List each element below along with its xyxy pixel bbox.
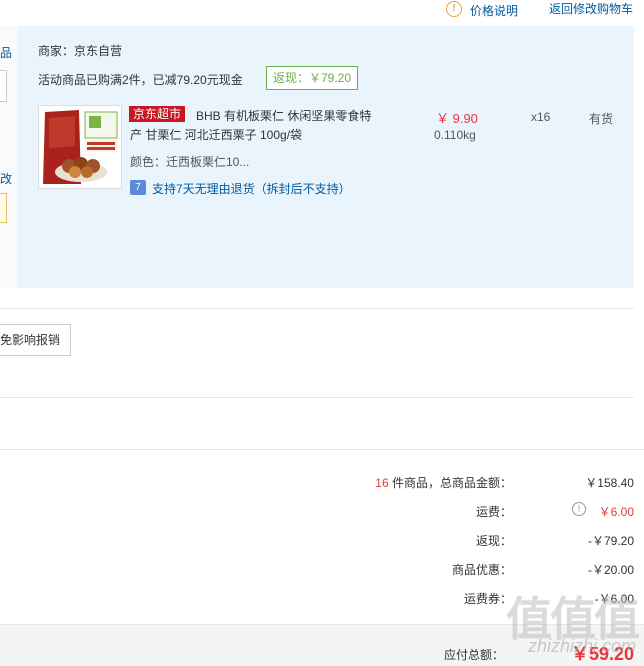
- invoice-button-label: 免影响报销: [0, 333, 61, 347]
- rebate-badge: 返现：￥79.20: [266, 66, 359, 90]
- divider-1: [0, 308, 634, 309]
- back-to-cart-link[interactable]: 返回修改购物车: [549, 0, 633, 17]
- merchant-label: 商家：京东自营: [38, 44, 123, 58]
- product-image: [39, 106, 121, 188]
- rebate-label: 返现：: [475, 534, 512, 548]
- watermark-url: zhizhizhi.com: [527, 636, 636, 656]
- product-title-line1[interactable]: BHB 有机板栗仁 休闲坚果零食特: [196, 107, 371, 124]
- product-price: ￥ 9.90: [436, 111, 478, 126]
- divider-2: [0, 397, 634, 398]
- product-title-line2[interactable]: 产 甘栗仁 河北迁西栗子 100g/袋: [130, 126, 302, 143]
- top-bar: ! 价格说明 返回修改购物车: [0, 0, 644, 22]
- rebate-value: -￥79.20: [587, 534, 634, 548]
- product-quantity: x16: [531, 110, 551, 124]
- payable-label: 应付总额：: [443, 648, 504, 662]
- left-strip: [0, 26, 19, 288]
- product-thumbnail[interactable]: [38, 105, 122, 189]
- left-label-top: 品: [0, 46, 13, 60]
- product-variant: 颜色：迁西板栗仁10...: [130, 155, 250, 169]
- info-icon[interactable]: !: [446, 1, 462, 17]
- shipping-value: ￥6.00: [598, 505, 634, 519]
- discount-value: -￥20.00: [587, 563, 634, 577]
- product-weight: 0.110kg: [434, 128, 476, 142]
- return-service-icon: 7: [130, 180, 146, 195]
- total-goods-value: ￥158.40: [585, 476, 634, 490]
- summary-count-row: 16 件商品，总商品金额：: [375, 474, 512, 491]
- price-info-link[interactable]: 价格说明: [470, 2, 518, 19]
- item-count: 16: [375, 476, 389, 490]
- promo-text: 活动商品已购满2件，已减79.20元现金: [38, 73, 243, 87]
- divider-3: [0, 449, 644, 450]
- discount-label: 商品优惠：: [451, 563, 512, 577]
- shipping-info-icon[interactable]: !: [572, 502, 586, 516]
- left-strip-input[interactable]: [0, 70, 7, 102]
- left-edit-link[interactable]: 改: [0, 170, 12, 187]
- coupon-label: 运费券：: [463, 592, 512, 606]
- item-count-label: 件商品，总商品金额：: [391, 476, 512, 490]
- jd-supermarket-badge: 京东超市: [129, 106, 186, 122]
- left-strip-input-highlight[interactable]: [0, 193, 7, 223]
- invoice-button[interactable]: 免影响报销: [0, 324, 71, 356]
- stock-status: 有货: [589, 112, 614, 126]
- return-policy-link[interactable]: 支持7天无理由退货（拆封后不支持）: [152, 180, 351, 197]
- shipping-label: 运费：: [475, 505, 512, 519]
